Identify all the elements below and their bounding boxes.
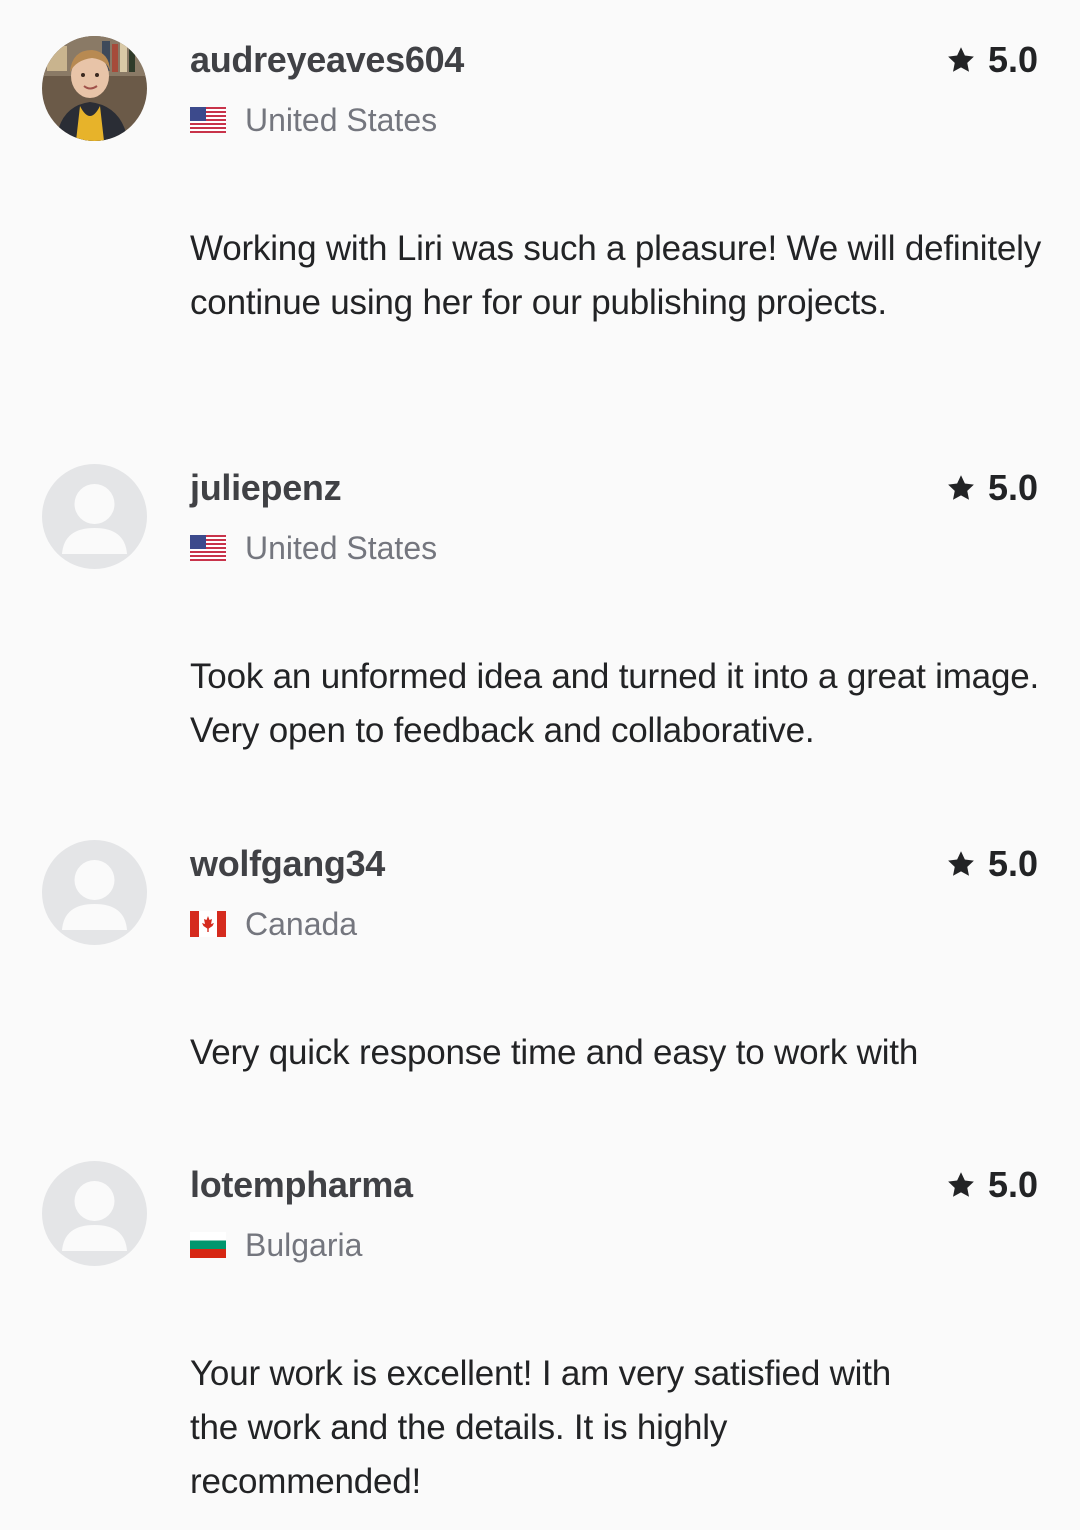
user-avatar[interactable] xyxy=(42,1161,147,1266)
reviewer-country: Canada xyxy=(190,904,357,944)
rating-value: 5.0 xyxy=(987,843,1038,884)
username[interactable]: audreyeaves604 xyxy=(190,38,464,82)
country-name: Bulgaria xyxy=(245,1227,363,1263)
star-icon xyxy=(948,47,974,72)
bulgaria-flag-icon xyxy=(190,1232,226,1258)
country-name: United States xyxy=(245,530,438,566)
user-avatar[interactable] xyxy=(42,36,147,141)
rating: 5.0 xyxy=(946,842,1038,886)
review-text: Took an unformed idea and turned it into… xyxy=(190,657,1039,750)
reviewer-country: United States xyxy=(190,528,437,568)
username[interactable]: wolfgang34 xyxy=(190,842,385,886)
reviewer-country: Bulgaria xyxy=(190,1225,362,1265)
user-avatar[interactable] xyxy=(42,840,147,945)
country-name: Canada xyxy=(245,906,358,942)
star-icon xyxy=(948,1172,974,1197)
username[interactable]: lotempharma xyxy=(190,1163,413,1207)
star-icon xyxy=(948,475,974,500)
rating-value: 5.0 xyxy=(987,39,1038,80)
username[interactable]: juliepenz xyxy=(190,466,342,510)
rating-value: 5.0 xyxy=(987,467,1038,508)
us-flag-icon xyxy=(190,535,226,561)
reviewer-country: United States xyxy=(190,100,437,140)
rating: 5.0 xyxy=(946,1163,1038,1207)
review-text: Your work is excellent! I am very satisf… xyxy=(190,1354,892,1501)
review-text: Very quick response time and easy to wor… xyxy=(190,1033,919,1072)
user-placeholder-icon xyxy=(42,464,147,569)
star-icon xyxy=(948,851,974,876)
avatar-photo xyxy=(42,36,147,141)
user-placeholder-icon xyxy=(42,1161,147,1266)
canada-flag-icon xyxy=(190,911,226,937)
rating: 5.0 xyxy=(946,38,1038,82)
us-flag-icon xyxy=(190,107,226,133)
review-text: Working with Liri was such a pleasure! W… xyxy=(190,229,1041,322)
country-name: United States xyxy=(245,102,438,138)
user-avatar[interactable] xyxy=(42,464,147,569)
rating: 5.0 xyxy=(946,466,1038,510)
rating-value: 5.0 xyxy=(987,1164,1038,1205)
user-placeholder-icon xyxy=(42,840,147,945)
